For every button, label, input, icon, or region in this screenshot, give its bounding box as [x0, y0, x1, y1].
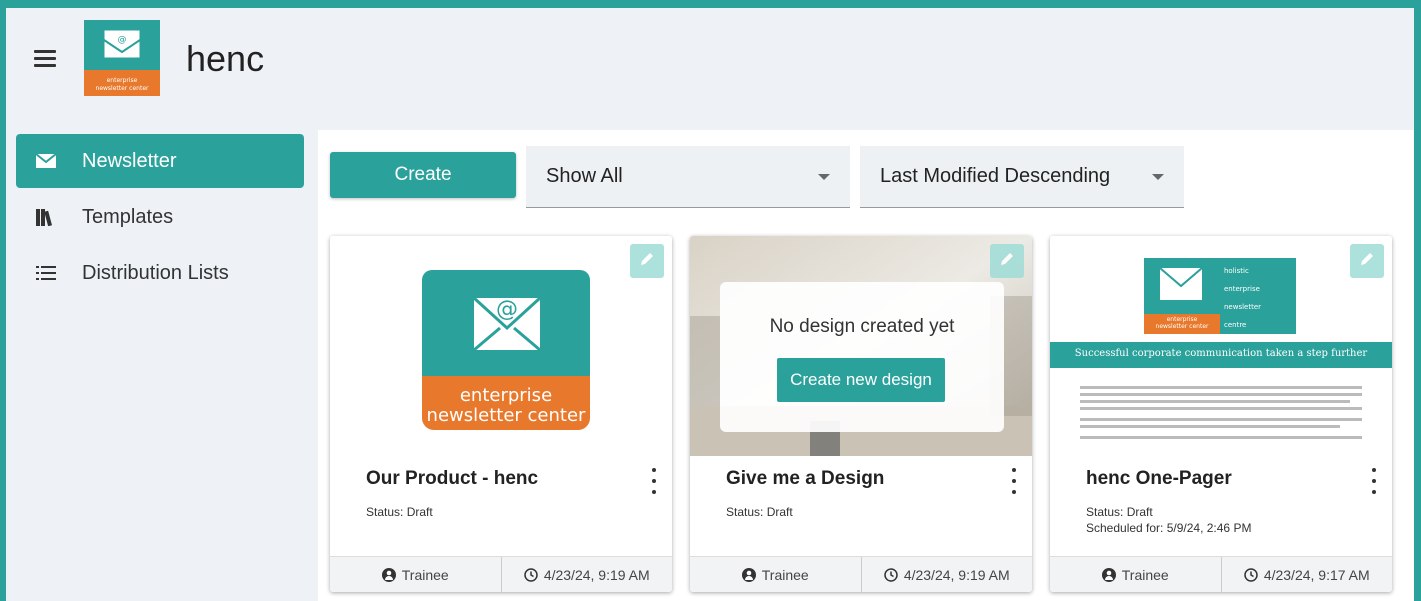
thumb-side-text: enterprise: [1224, 285, 1260, 293]
card-author: Trainee: [1050, 557, 1221, 592]
filter-select[interactable]: Show All: [526, 146, 850, 208]
card-thumbnail[interactable]: No design created yet Create new design: [690, 236, 1032, 456]
thumb-logo-text: newsletter center: [426, 405, 586, 426]
pencil-icon: [1359, 251, 1375, 272]
pencil-icon: [999, 251, 1015, 272]
newsletter-card[interactable]: No design created yet Create new design …: [690, 236, 1032, 592]
scheduled-text: Scheduled for: 5/9/24, 2:46 PM: [1086, 521, 1252, 535]
chevron-down-icon: [1152, 173, 1164, 180]
card-status: Status: Draft: [726, 504, 793, 520]
thumb-logo-text: enterprise: [1166, 316, 1198, 323]
hamburger-menu-icon[interactable]: [34, 50, 56, 68]
chevron-down-icon: [818, 173, 830, 180]
envelope-icon: [32, 154, 60, 168]
main-content: Create Show All Last Modified Descending: [318, 130, 1414, 601]
history-icon: [884, 567, 898, 582]
sort-select-value: Last Modified Descending: [880, 165, 1111, 187]
filter-select-value: Show All: [546, 165, 623, 187]
sidebar: Newsletter Templates Distribution Lists: [6, 130, 318, 601]
sidebar-item-label: Newsletter: [82, 149, 177, 172]
svg-text:@: @: [118, 35, 127, 45]
thumb-side-text: centre: [1224, 321, 1247, 329]
history-icon: [1244, 567, 1258, 582]
author-name: Trainee: [761, 566, 809, 583]
card-footer: Trainee 4/23/24, 9:17 AM: [1050, 556, 1392, 592]
edit-button[interactable]: [1350, 244, 1384, 278]
card-title[interactable]: henc One-Pager: [1086, 468, 1232, 490]
toolbar: Create Show All Last Modified Descending: [318, 130, 1414, 230]
newsletter-card[interactable]: enterprise newsletter center holistic en…: [1050, 236, 1392, 592]
thumb-logo-text: newsletter center: [1155, 323, 1209, 330]
sidebar-item-templates[interactable]: Templates: [16, 190, 304, 244]
modified-date: 4/23/24, 9:19 AM: [543, 566, 650, 583]
sidebar-item-newsletter[interactable]: Newsletter: [16, 134, 304, 188]
app-header: @ enterprise newsletter center henc: [6, 8, 1414, 130]
more-vert-icon[interactable]: [648, 468, 660, 494]
card-footer: Trainee 4/23/24, 9:19 AM: [690, 556, 1032, 592]
thumb-logo-text: enterprise: [459, 385, 553, 406]
card-status: Status: Draft: [366, 504, 433, 520]
author-name: Trainee: [1121, 566, 1169, 583]
sidebar-item-label: Templates: [82, 205, 174, 228]
edit-button[interactable]: [630, 244, 664, 278]
card-footer: Trainee 4/23/24, 9:19 AM: [330, 556, 672, 592]
status-text: Status: Draft: [1086, 505, 1153, 519]
thumb-side-text: newsletter: [1224, 303, 1262, 311]
author-name: Trainee: [401, 566, 449, 583]
sidebar-item-distribution-lists[interactable]: Distribution Lists: [16, 246, 304, 300]
user-icon: [741, 567, 756, 582]
sidebar-item-label: Distribution Lists: [82, 261, 229, 284]
app-logo: @ enterprise newsletter center: [84, 20, 160, 96]
edit-button[interactable]: [990, 244, 1024, 278]
app-title: henc: [186, 38, 265, 79]
thumb-side-text: holistic: [1224, 267, 1249, 275]
thumb-banner-text: Successful corporate communication taken…: [1074, 348, 1368, 359]
svg-text:newsletter center: newsletter center: [96, 85, 149, 92]
create-new-design-button[interactable]: Create new design: [777, 358, 945, 402]
card-title[interactable]: Give me a Design: [726, 468, 884, 490]
sort-select[interactable]: Last Modified Descending: [860, 146, 1184, 208]
svg-text:enterprise: enterprise: [107, 77, 138, 84]
card-modified: 4/23/24, 9:17 AM: [1220, 557, 1393, 592]
card-author: Trainee: [690, 557, 861, 592]
modified-date: 4/23/24, 9:19 AM: [903, 566, 1010, 583]
newsletter-card[interactable]: @ enterprise newsletter center Our Produ…: [330, 236, 672, 592]
books-icon: [32, 208, 60, 226]
svg-text:@: @: [496, 297, 518, 322]
history-icon: [524, 567, 538, 582]
card-modified: 4/23/24, 9:19 AM: [860, 557, 1033, 592]
pencil-icon: [639, 251, 655, 272]
card-thumbnail[interactable]: @ enterprise newsletter center: [330, 236, 672, 456]
card-thumbnail[interactable]: enterprise newsletter center holistic en…: [1050, 236, 1392, 456]
more-vert-icon[interactable]: [1368, 468, 1380, 494]
more-vert-icon[interactable]: [1008, 468, 1020, 494]
modified-date: 4/23/24, 9:17 AM: [1263, 566, 1370, 583]
create-button[interactable]: Create: [330, 152, 516, 198]
app-window: @ enterprise newsletter center henc News…: [6, 8, 1414, 601]
card-title[interactable]: Our Product - henc: [366, 468, 538, 490]
card-author: Trainee: [330, 557, 501, 592]
status-text: Status: Draft: [726, 505, 793, 519]
user-icon: [381, 567, 396, 582]
no-design-panel: No design created yet Create new design: [720, 282, 1004, 432]
card-status: Status: Draft Scheduled for: 5/9/24, 2:4…: [1086, 504, 1251, 536]
card-modified: 4/23/24, 9:19 AM: [500, 557, 673, 592]
no-design-text: No design created yet: [769, 316, 955, 337]
status-text: Status: Draft: [366, 505, 433, 519]
user-icon: [1101, 567, 1116, 582]
list-icon: [32, 265, 60, 281]
